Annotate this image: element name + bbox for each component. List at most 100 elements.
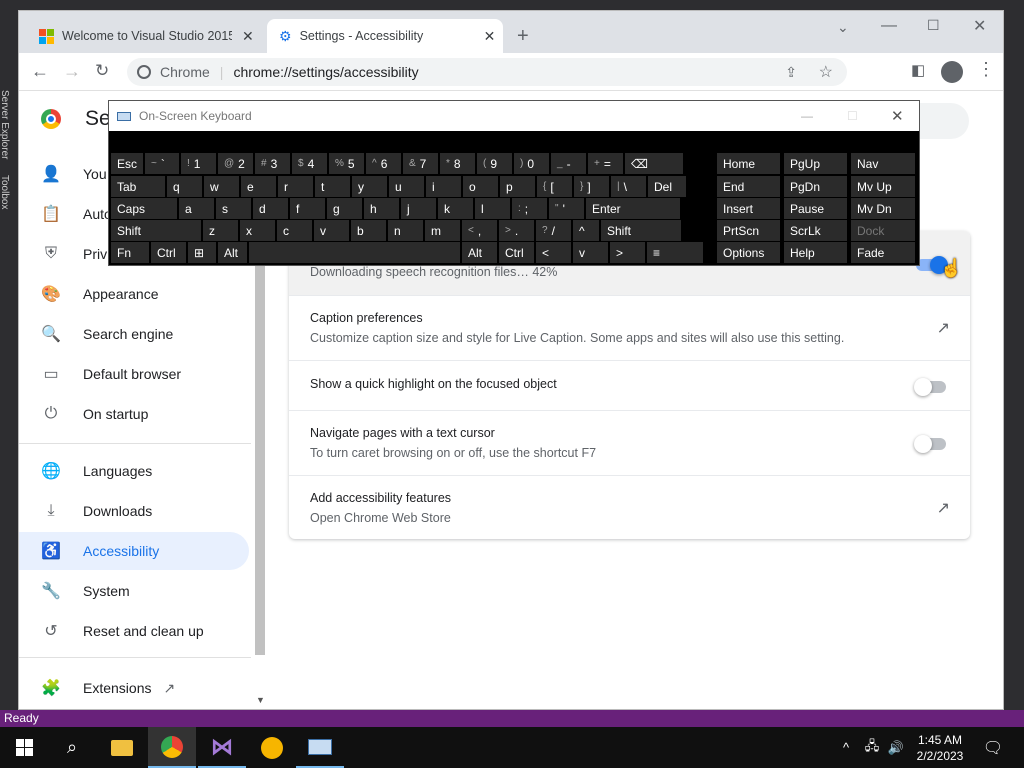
osk-key[interactable]: ⌫ bbox=[625, 153, 683, 174]
osk-key[interactable]: Mv Up bbox=[851, 176, 915, 197]
minimize-icon[interactable]: — bbox=[801, 109, 813, 123]
osk-key[interactable]: Alt bbox=[462, 242, 497, 263]
sidebar-item-search-engine[interactable]: 🔍 Search engine bbox=[19, 315, 249, 353]
add-accessibility-features-row[interactable]: Add accessibility features Open Chrome W… bbox=[289, 475, 970, 539]
osk-key[interactable]: _ - bbox=[551, 153, 586, 174]
side-panel-icon[interactable]: ◧ bbox=[911, 61, 925, 79]
osk-key[interactable]: End bbox=[717, 176, 780, 197]
osk-key[interactable]: j bbox=[401, 198, 436, 219]
osk-key[interactable]: u bbox=[389, 176, 424, 197]
start-button[interactable] bbox=[0, 727, 48, 768]
tray-chevron-icon[interactable]: ^ bbox=[834, 727, 858, 768]
maximize-icon[interactable]: ☐ bbox=[847, 109, 858, 123]
toolbox-tab[interactable]: Toolbox bbox=[0, 175, 10, 209]
osk-key[interactable]: ScrLk bbox=[784, 220, 847, 241]
osk-key[interactable] bbox=[249, 242, 460, 263]
osk-key[interactable]: y bbox=[352, 176, 387, 197]
osk-key[interactable]: z bbox=[203, 220, 238, 241]
sidebar-item-downloads[interactable]: ⤓ Downloads bbox=[19, 492, 249, 530]
osk-key[interactable]: {[ bbox=[537, 176, 572, 197]
osk-key[interactable]: k bbox=[438, 198, 473, 219]
osk-key[interactable]: Help bbox=[784, 242, 847, 263]
osk-key[interactable]: " ' bbox=[549, 198, 584, 219]
osk-key[interactable]: Shift bbox=[111, 220, 201, 241]
osk-key[interactable]: Options bbox=[717, 242, 780, 263]
osk-key[interactable]: :; bbox=[512, 198, 547, 219]
network-icon[interactable]: 🖧 bbox=[860, 727, 884, 768]
file-explorer-icon[interactable] bbox=[98, 727, 146, 768]
osk-key[interactable]: ⊞ bbox=[188, 242, 216, 263]
osk-key[interactable]: f bbox=[290, 198, 325, 219]
tab-settings[interactable]: ⚙ Settings - Accessibility ✕ bbox=[267, 19, 503, 53]
osk-key[interactable]: #3 bbox=[255, 153, 290, 174]
osk-key[interactable]: q bbox=[167, 176, 202, 197]
osk-key[interactable]: a bbox=[179, 198, 214, 219]
osk-key[interactable]: m bbox=[425, 220, 460, 241]
profile-avatar-icon[interactable] bbox=[941, 61, 963, 83]
osk-key[interactable]: $4 bbox=[292, 153, 327, 174]
osk-key[interactable]: l bbox=[475, 198, 510, 219]
osk-key[interactable]: Esc bbox=[111, 153, 143, 174]
osk-key[interactable]: Pause bbox=[784, 198, 847, 219]
osk-key[interactable]: Del bbox=[648, 176, 686, 197]
osk-key[interactable]: Ctrl bbox=[151, 242, 186, 263]
osk-key[interactable]: Mv Dn bbox=[851, 198, 915, 219]
osk-key[interactable]: ~ ` bbox=[145, 153, 179, 174]
tab-visual-studio[interactable]: Welcome to Visual Studio 2015 | ✕ bbox=[27, 19, 263, 53]
notification-icon[interactable]: 🗨 bbox=[978, 727, 1008, 768]
osk-key[interactable]: (9 bbox=[477, 153, 512, 174]
open-in-new-icon[interactable]: ↗ bbox=[937, 498, 950, 518]
osk-key[interactable]: ? / bbox=[536, 220, 571, 241]
osk-key[interactable]: PrtScn bbox=[717, 220, 780, 241]
close-icon[interactable]: ✕ bbox=[484, 28, 496, 45]
osk-key[interactable]: <, bbox=[462, 220, 497, 241]
osk-key[interactable]: Alt bbox=[218, 242, 247, 263]
more-menu-icon[interactable]: ⋮ bbox=[977, 59, 995, 80]
osk-key[interactable]: w bbox=[204, 176, 239, 197]
osk-key[interactable]: Nav bbox=[851, 153, 915, 174]
tab-search-chevron-icon[interactable]: ⌄ bbox=[837, 19, 849, 36]
osk-key[interactable]: >. bbox=[499, 220, 534, 241]
osk-key[interactable]: ) 0 bbox=[514, 153, 549, 174]
osk-key[interactable]: & 7 bbox=[403, 153, 438, 174]
osk-key[interactable]: % 5 bbox=[329, 153, 364, 174]
sidebar-item-default-browser[interactable]: ▭ Default browser bbox=[19, 355, 249, 393]
sidebar-item-system[interactable]: 🔧 System bbox=[19, 572, 249, 610]
osk-key[interactable]: v bbox=[314, 220, 349, 241]
open-in-new-icon[interactable]: ↗ bbox=[937, 318, 950, 338]
osk-key[interactable]: r bbox=[278, 176, 313, 197]
bookmark-star-icon[interactable]: ☆ bbox=[819, 62, 833, 82]
new-tab-icon[interactable]: + bbox=[517, 25, 529, 48]
chrome-taskbar-icon[interactable] bbox=[148, 727, 196, 768]
osk-key[interactable]: c bbox=[277, 220, 312, 241]
osk-key[interactable]: b bbox=[351, 220, 386, 241]
osk-key[interactable]: e bbox=[241, 176, 276, 197]
clock[interactable]: 1:45 AM 2/2/2023 bbox=[910, 727, 970, 768]
osk-key[interactable]: n bbox=[388, 220, 423, 241]
caption-preferences-row[interactable]: Caption preferences Customize caption si… bbox=[289, 295, 970, 360]
osk-key[interactable]: g bbox=[327, 198, 362, 219]
reload-icon[interactable]: ↻ bbox=[95, 61, 109, 81]
window-close-icon[interactable]: ✕ bbox=[973, 16, 986, 36]
osk-key[interactable]: }] bbox=[574, 176, 609, 197]
osk-key[interactable]: Fn bbox=[111, 242, 149, 263]
osk-key[interactable]: ≡ bbox=[647, 242, 703, 263]
volume-icon[interactable]: 🔊 bbox=[884, 727, 908, 768]
close-icon[interactable]: ✕ bbox=[891, 107, 904, 125]
osk-key[interactable]: < bbox=[536, 242, 571, 263]
address-bar[interactable]: Chrome | chrome://settings/accessibility… bbox=[127, 58, 847, 86]
osk-key[interactable]: * 8 bbox=[440, 153, 475, 174]
minimize-icon[interactable]: — bbox=[881, 17, 897, 35]
osk-key[interactable]: p bbox=[500, 176, 535, 197]
search-icon[interactable]: ⌕ bbox=[48, 727, 96, 768]
osk-key[interactable]: > bbox=[610, 242, 645, 263]
caret-browsing-toggle[interactable] bbox=[914, 435, 946, 453]
sidebar-item-on-startup[interactable]: ⏻ On startup bbox=[19, 395, 249, 433]
sidebar-item-languages[interactable]: 🌐 Languages bbox=[19, 452, 249, 490]
osk-key[interactable]: i bbox=[426, 176, 461, 197]
osk-key[interactable]: PgUp bbox=[784, 153, 847, 174]
osk-key[interactable]: | \ bbox=[611, 176, 646, 197]
sidebar-item-extensions[interactable]: 🧩 Extensions ↗ bbox=[19, 669, 249, 707]
osk-key[interactable]: v bbox=[573, 242, 608, 263]
back-arrow-icon[interactable]: ← bbox=[31, 61, 49, 82]
